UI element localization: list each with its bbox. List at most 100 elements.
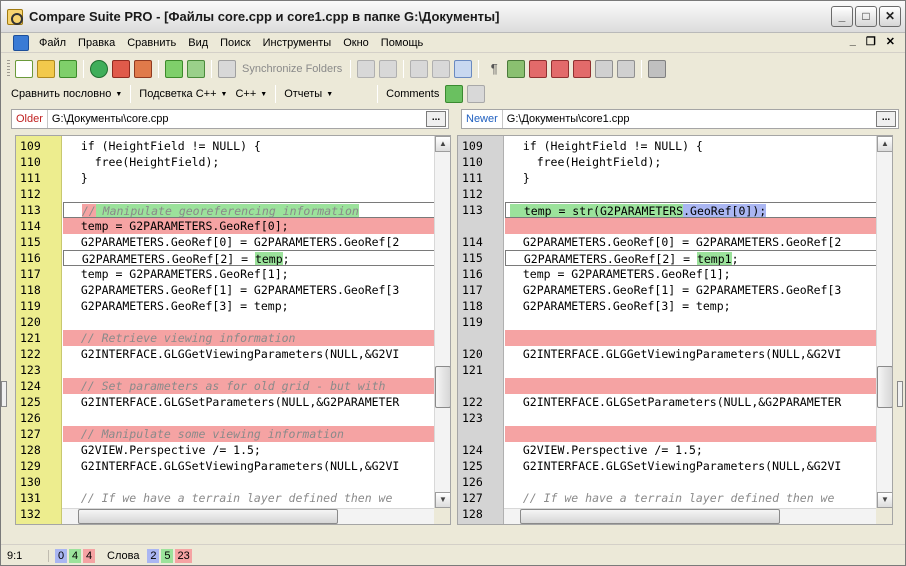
left-code-line[interactable]: 116 G2PARAMETERS.GeoRef[2] = temp; [16, 250, 436, 266]
left-code-line[interactable]: 109 if (HeightField != NULL) { [16, 138, 436, 154]
menu-compare[interactable]: Сравнить [121, 33, 182, 53]
split-view-icon[interactable] [454, 59, 473, 78]
sync-arrows-icon[interactable] [165, 59, 183, 78]
left-diff-map[interactable] [1, 381, 7, 407]
right-code-line[interactable]: 112 [458, 186, 878, 202]
right-code-line[interactable]: 111 } [458, 170, 878, 186]
left-browse-button[interactable]: ... [426, 111, 446, 127]
toolbar-grip[interactable] [7, 59, 10, 78]
right-code-line[interactable]: 123 [458, 410, 878, 426]
menu-edit[interactable]: Правка [72, 33, 121, 53]
right-code-line[interactable] [458, 378, 878, 394]
menu-window[interactable]: Окно [337, 33, 375, 53]
right-code-line[interactable]: 110 free(HeightField); [458, 154, 878, 170]
left-code-line[interactable]: 120 [16, 314, 436, 330]
right-code-line[interactable] [458, 426, 878, 442]
right-code-line[interactable] [458, 330, 878, 346]
options-icon[interactable] [648, 59, 667, 78]
left-code-line[interactable]: 117 temp = G2PARAMETERS.GeoRef[1]; [16, 266, 436, 282]
show-added-icon[interactable] [573, 59, 592, 78]
show-changed-icon[interactable] [551, 59, 570, 78]
right-code-line[interactable]: 109 if (HeightField != NULL) { [458, 138, 878, 154]
left-code-line[interactable]: 128 G2VIEW.Perspective /= 1.5; [16, 442, 436, 458]
open-folder-icon[interactable] [37, 59, 55, 78]
left-scroll-down-button[interactable]: ▼ [435, 492, 450, 508]
right-code-line[interactable]: 120 G2INTERFACE.GLGGetViewingParameters(… [458, 346, 878, 362]
right-code-line[interactable]: 125 G2INTERFACE.GLGSetViewingParameters(… [458, 458, 878, 474]
compare-files-icon[interactable] [59, 59, 77, 78]
left-code-line[interactable]: 131 // If we have a terrain layer define… [16, 490, 436, 506]
compare-mode-dropdown[interactable]: Сравнить пословно ▼ [7, 88, 126, 100]
right-browse-button[interactable]: ... [876, 111, 896, 127]
right-horizontal-scrollbar[interactable] [504, 508, 876, 524]
refresh-icon[interactable] [90, 59, 108, 78]
right-code-line[interactable]: 114 G2PARAMETERS.GeoRef[0] = G2PARAMETER… [458, 234, 878, 250]
right-code-line[interactable]: 119 [458, 314, 878, 330]
left-code-line[interactable]: 112 [16, 186, 436, 202]
right-code-line[interactable]: 113 temp = str(G2PARAMETERS.GeoRef[0]); [458, 202, 878, 218]
right-code-line[interactable]: 126 [458, 474, 878, 490]
right-code-line[interactable]: 122 G2INTERFACE.GLGSetParameters(NULL,&G… [458, 394, 878, 410]
left-code-line[interactable]: 111 } [16, 170, 436, 186]
left-code-line[interactable]: 113 // Manipulate georeferencing informa… [16, 202, 436, 218]
download-icon[interactable] [134, 59, 152, 78]
left-scroll-thumb[interactable] [435, 366, 450, 408]
menu-help[interactable]: Помощь [375, 33, 430, 53]
left-code-line[interactable]: 122 G2INTERFACE.GLGGetViewingParameters(… [16, 346, 436, 362]
upload-icon[interactable] [112, 59, 130, 78]
right-code-line[interactable]: 121 [458, 362, 878, 378]
left-code-line[interactable]: 126 [16, 410, 436, 426]
left-code-line[interactable]: 119 G2PARAMETERS.GeoRef[3] = temp; [16, 298, 436, 314]
left-code-line[interactable]: 127 // Manipulate some viewing informati… [16, 426, 436, 442]
new-file-icon[interactable] [15, 59, 33, 78]
left-code-line[interactable]: 130 [16, 474, 436, 490]
ignore-spaces-icon[interactable] [617, 59, 636, 78]
maximize-button[interactable]: □ [855, 6, 877, 27]
left-vertical-scrollbar[interactable]: ▲ ▼ [434, 136, 450, 508]
pilcrow-icon[interactable]: ¶ [485, 60, 503, 78]
left-code-line[interactable]: 124 // Set parameters as for old grid - … [16, 378, 436, 394]
show-deleted-icon[interactable] [529, 59, 548, 78]
left-code-line[interactable]: 125 G2INTERFACE.GLGSetParameters(NULL,&G… [16, 394, 436, 410]
right-file-path[interactable]: G:\Документы\core1.cpp [503, 113, 876, 125]
right-code-line[interactable]: 116 temp = G2PARAMETERS.GeoRef[1]; [458, 266, 878, 282]
left-code-line[interactable]: 118 G2PARAMETERS.GeoRef[1] = G2PARAMETER… [16, 282, 436, 298]
highlight-dropdown[interactable]: Подсветка C++ ▼ [135, 88, 231, 100]
right-code-line[interactable]: 118 G2PARAMETERS.GeoRef[3] = temp; [458, 298, 878, 314]
menu-view[interactable]: Вид [182, 33, 214, 53]
left-file-path[interactable]: G:\Документы\core.cpp [48, 113, 426, 125]
right-code-line[interactable]: 117 G2PARAMETERS.GeoRef[1] = G2PARAMETER… [458, 282, 878, 298]
right-scroll-up-button[interactable]: ▲ [877, 136, 892, 152]
title-bar[interactable]: Compare Suite PRO - [Файлы core.cpp и co… [1, 1, 905, 33]
language-dropdown[interactable]: C++ ▼ [231, 88, 271, 100]
close-button[interactable]: ✕ [879, 6, 901, 27]
right-scroll-thumb[interactable] [877, 366, 892, 408]
right-hscroll-thumb[interactable] [520, 509, 780, 524]
right-vertical-scrollbar[interactable]: ▲ ▼ [876, 136, 892, 508]
menu-tools[interactable]: Инструменты [257, 33, 338, 53]
mdi-minimize-button[interactable]: _ [850, 35, 856, 48]
right-editor-pane[interactable]: 109 if (HeightField != NULL) {110 free(H… [457, 135, 893, 525]
right-code-line[interactable]: 127 // If we have a terrain layer define… [458, 490, 878, 506]
menu-file[interactable]: Файл [33, 33, 72, 53]
left-code-line[interactable]: 123 [16, 362, 436, 378]
filter-diff-icon[interactable] [507, 59, 526, 78]
left-code-line[interactable]: 115 G2PARAMETERS.GeoRef[0] = G2PARAMETER… [16, 234, 436, 250]
right-code-line[interactable]: 115 G2PARAMETERS.GeoRef[2] = temp1; [458, 250, 878, 266]
left-code-line[interactable]: 114 temp = G2PARAMETERS.GeoRef[0]; [16, 218, 436, 234]
mdi-close-button[interactable]: ✕ [886, 35, 895, 48]
menu-search[interactable]: Поиск [214, 33, 256, 53]
left-code-line[interactable]: 129 G2INTERFACE.GLGSetViewingParameters(… [16, 458, 436, 474]
minimize-button[interactable]: _ [831, 6, 853, 27]
right-scroll-down-button[interactable]: ▼ [877, 492, 892, 508]
right-code-line[interactable]: 124 G2VIEW.Perspective /= 1.5; [458, 442, 878, 458]
ignore-case-icon[interactable] [595, 59, 614, 78]
right-diff-map[interactable] [897, 381, 903, 407]
left-code-line[interactable]: 121 // Retrieve viewing information [16, 330, 436, 346]
left-code-line[interactable]: 110 free(HeightField); [16, 154, 436, 170]
mdi-restore-button[interactable]: ❐ [866, 35, 876, 48]
left-scroll-up-button[interactable]: ▲ [435, 136, 450, 152]
left-editor-pane[interactable]: 109 if (HeightField != NULL) {110 free(H… [15, 135, 451, 525]
reports-dropdown[interactable]: Отчеты ▼ [280, 88, 337, 100]
left-horizontal-scrollbar[interactable] [62, 508, 434, 524]
